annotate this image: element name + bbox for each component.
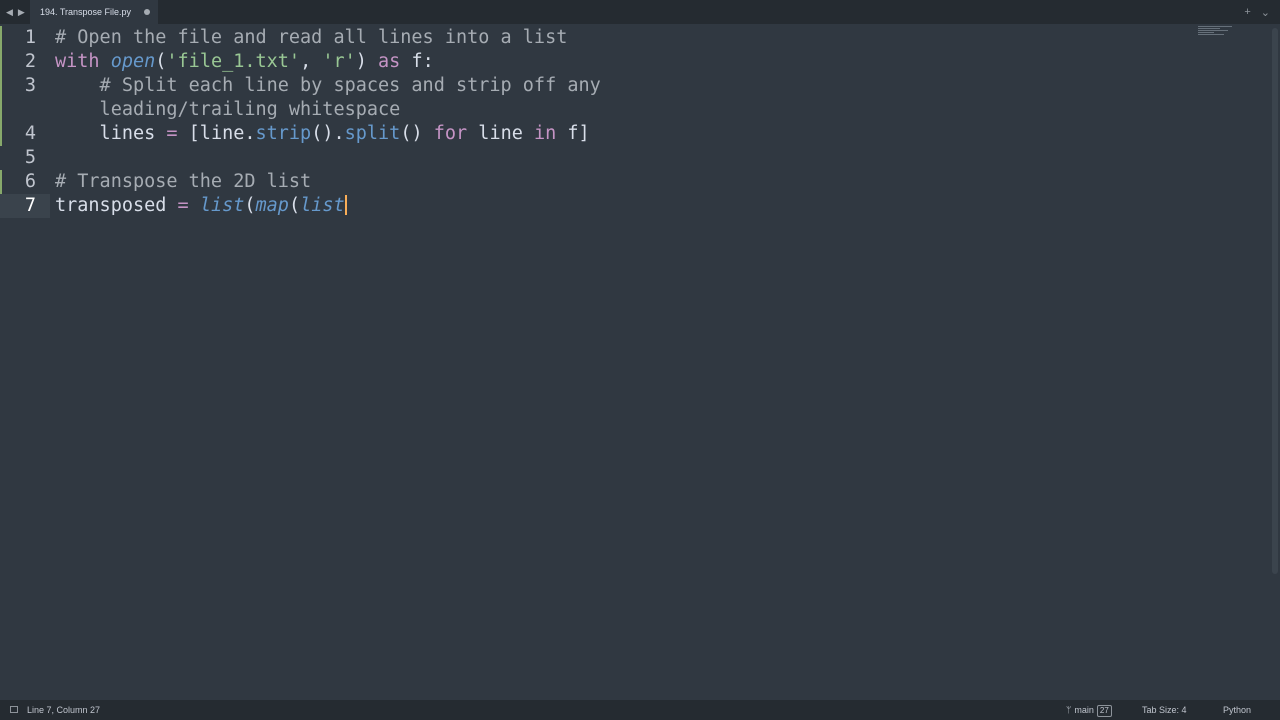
forward-arrow-icon[interactable]: ▶	[18, 7, 25, 18]
tab-title: 194. Transpose File.py	[40, 7, 132, 17]
line-text: # Split each line by spaces and strip of…	[55, 74, 601, 98]
code-token: # Transpose the 2D list	[55, 171, 312, 192]
code-token: ,	[300, 51, 323, 72]
git-branch-status[interactable]: ᛘ main 27	[1066, 700, 1112, 720]
text-cursor	[344, 195, 347, 215]
code-token: 'file_1.txt'	[166, 51, 301, 72]
line-text: leading/trailing whitespace	[55, 98, 401, 122]
code-token: strip	[255, 123, 312, 144]
code-token: list	[300, 195, 345, 216]
line-number: 5	[24, 147, 36, 168]
code-line[interactable]: leading/trailing whitespace	[0, 98, 1266, 122]
code-token: lines	[55, 123, 167, 144]
branch-name: main	[1074, 705, 1094, 715]
code-line[interactable]: 5	[0, 146, 1266, 170]
cursor-position[interactable]: Line 7, Column 27	[27, 700, 100, 720]
code-token: # Open the file and read all lines into …	[55, 27, 568, 48]
code-token: [line.	[177, 123, 256, 144]
line-number: 1	[24, 27, 36, 48]
code-token: open	[110, 51, 156, 72]
unsaved-dot-icon[interactable]	[144, 9, 150, 15]
code-token: line	[467, 123, 534, 144]
tab-controls: + ⌄	[1244, 0, 1270, 24]
code-line[interactable]: 3 # Split each line by spaces and strip …	[0, 74, 1266, 98]
code-line[interactable]: 4 lines = [line.strip().split() for line…	[0, 122, 1266, 146]
code-token: f:	[400, 51, 434, 72]
tab-active-file[interactable]: 194. Transpose File.py	[30, 0, 158, 24]
code-token: )	[355, 51, 379, 72]
code-token: ()	[400, 123, 434, 144]
code-token: 'r'	[322, 51, 356, 72]
code-token: in	[534, 123, 557, 144]
line-number: 4	[24, 123, 36, 144]
line-text: # Transpose the 2D list	[55, 170, 311, 194]
code-editor[interactable]: 1 # Open the file and read all lines into…	[0, 24, 1280, 700]
code-token: for	[433, 123, 468, 144]
panel-toggle-icon[interactable]	[10, 706, 18, 713]
code-token: f]	[556, 123, 590, 144]
code-line[interactable]: 7 transposed = list(map(list	[0, 194, 1266, 218]
code-token: =	[166, 123, 178, 144]
tab-list-chevron-icon[interactable]: ⌄	[1261, 6, 1270, 19]
code-line[interactable]: 2 with open('file_1.txt', 'r') as f:	[0, 50, 1266, 74]
code-token: =	[177, 195, 189, 216]
tab-size-selector[interactable]: Tab Size: 4	[1142, 700, 1187, 720]
code-token: ().	[311, 123, 345, 144]
new-tab-icon[interactable]: +	[1244, 6, 1250, 18]
line-number: 6	[24, 171, 36, 192]
code-token: list	[199, 195, 245, 216]
syntax-selector[interactable]: Python	[1223, 700, 1251, 720]
line-text: # Open the file and read all lines into …	[55, 26, 567, 50]
line-text: lines = [line.strip().split() for line i…	[55, 122, 590, 146]
line-number: 2	[24, 51, 36, 72]
code-token: (	[155, 51, 167, 72]
code-token: (	[244, 195, 256, 216]
branch-count-badge: 27	[1096, 705, 1112, 717]
code-token: split	[344, 123, 401, 144]
line-text: transposed = list(map(list	[55, 194, 347, 218]
tab-bar: ◀ ▶ 194. Transpose File.py + ⌄	[0, 0, 1280, 24]
back-arrow-icon[interactable]: ◀	[6, 7, 13, 18]
code-token: (	[288, 195, 301, 216]
code-token: as	[378, 51, 401, 72]
status-bar: Line 7, Column 27 ᛘ main 27 Tab Size: 4 Py…	[0, 700, 1280, 720]
code-token: map	[255, 195, 289, 216]
git-branch-icon: ᛘ	[1066, 705, 1072, 715]
line-number: 3	[24, 75, 36, 96]
code-token: transposed	[55, 195, 178, 216]
line-number: 7	[24, 195, 36, 216]
code-token: # Split each line by spaces and strip of…	[55, 75, 601, 96]
code-token: with	[55, 51, 111, 72]
code-token: leading/trailing whitespace	[55, 99, 401, 120]
line-text: with open('file_1.txt', 'r') as f:	[55, 50, 434, 74]
code-line[interactable]: 6 # Transpose the 2D list	[0, 170, 1266, 194]
code-line[interactable]: 1 # Open the file and read all lines into…	[0, 26, 1266, 50]
vertical-scrollbar[interactable]	[1272, 28, 1278, 574]
tab-navigation: ◀ ▶	[6, 0, 25, 24]
